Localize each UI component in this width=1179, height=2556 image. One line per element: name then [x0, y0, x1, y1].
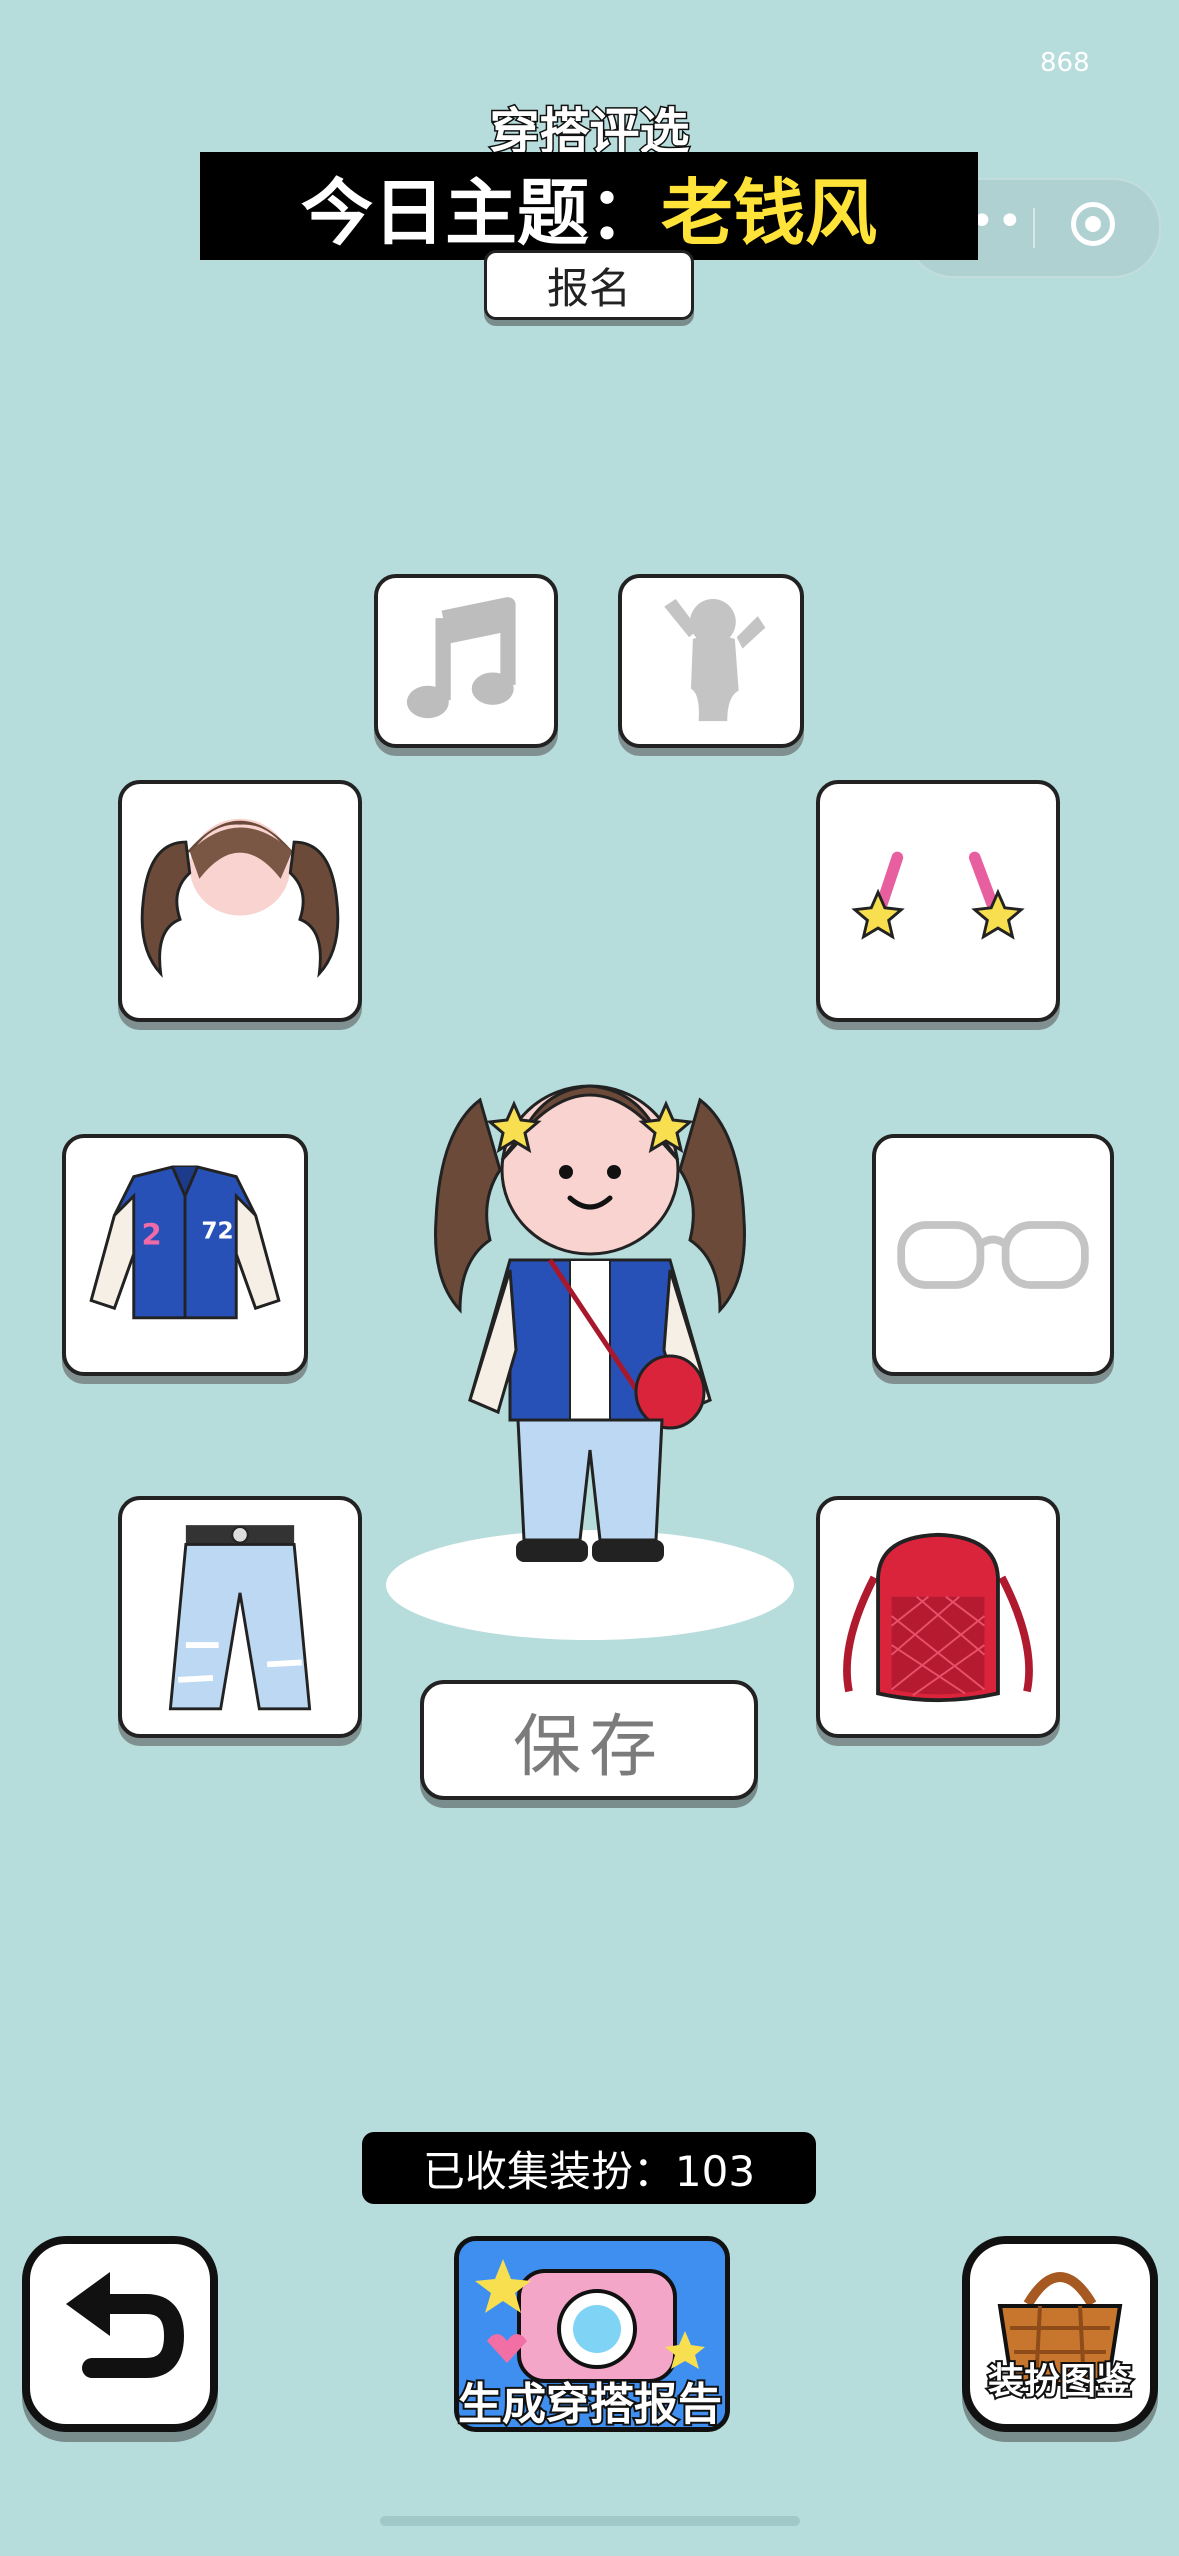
catalog-label: 装扮图鉴 [986, 2359, 1134, 2404]
svg-text:72: 72 [201, 1218, 233, 1245]
red-quilted-backpack [843, 1532, 1033, 1703]
theme-label: 今日主题： [300, 170, 661, 255]
glasses-outline [897, 1221, 1089, 1289]
glasses-slot[interactable] [872, 1134, 1114, 1376]
back-button[interactable] [22, 2236, 218, 2432]
collected-count: 已收集装扮：103 [362, 2132, 816, 2204]
theme-value: 老钱风 [661, 170, 878, 255]
ripped-jeans [168, 1525, 312, 1711]
jacket-slot[interactable]: 2 72 [62, 1134, 308, 1376]
theme-banner: 今日主题： 老钱风 [200, 152, 978, 260]
report-label: 生成穿搭报告 [456, 2377, 724, 2432]
varsity-jacket: 2 72 [89, 1165, 281, 1320]
save-button[interactable]: 保存 [420, 1680, 758, 1800]
signup-button[interactable]: 报名 [484, 250, 694, 320]
twin-ponytail-hair [140, 818, 340, 978]
counter-text: 868 [1040, 48, 1090, 78]
close-target-icon[interactable] [1071, 202, 1115, 246]
avatar-figure [434, 1084, 746, 1562]
bag-slot[interactable] [816, 1496, 1060, 1738]
capsule-divider [1033, 208, 1035, 248]
generate-report-button[interactable]: 生成穿搭报告 [444, 2236, 736, 2432]
music-icon [406, 597, 516, 719]
pose-silhouette-icon [664, 598, 766, 722]
pose-slot[interactable] [618, 574, 804, 748]
avatar[interactable] [420, 1020, 760, 1580]
catalog-button[interactable]: 装扮图鉴 [962, 2236, 1158, 2432]
home-indicator [380, 2516, 800, 2526]
undo-arrow-icon [66, 2272, 185, 2378]
hair-slot[interactable] [118, 780, 362, 1022]
music-slot[interactable] [374, 574, 558, 748]
star-hairclips [851, 851, 1025, 940]
pants-slot[interactable] [118, 1496, 362, 1738]
accessory-slot[interactable] [816, 780, 1060, 1022]
svg-text:2: 2 [141, 1217, 161, 1251]
